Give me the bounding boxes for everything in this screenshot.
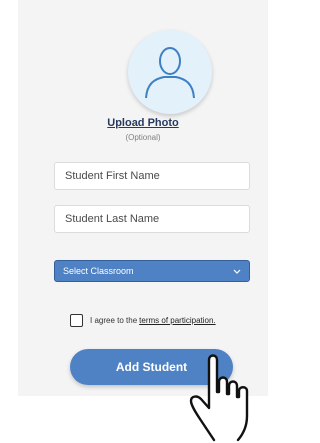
last-name-placeholder: Student Last Name (65, 213, 160, 225)
upload-photo-button[interactable] (128, 30, 212, 114)
last-name-field[interactable]: Student Last Name (54, 205, 250, 233)
hand-pointer-icon (189, 354, 249, 442)
add-student-label: Add Student (115, 360, 188, 374)
classroom-select-label: Select Classroom (63, 266, 134, 276)
terms-agree-text: I agree to the (90, 315, 138, 325)
terms-agreement: I agree to the terms of participation. (70, 313, 250, 327)
form-panel: Upload Photo (Optional) (18, 0, 268, 396)
terms-link[interactable]: terms of participation. (139, 316, 215, 325)
first-name-placeholder: Student First Name (65, 170, 160, 182)
classroom-select[interactable]: Select Classroom (54, 260, 250, 282)
avatar-placeholder-icon (145, 47, 195, 99)
terms-checkbox[interactable] (70, 313, 83, 327)
upload-photo-link[interactable]: Upload Photo (18, 117, 268, 129)
chevron-down-icon (233, 269, 241, 274)
first-name-field[interactable]: Student First Name (54, 162, 250, 190)
optional-hint: (Optional) (125, 133, 161, 142)
